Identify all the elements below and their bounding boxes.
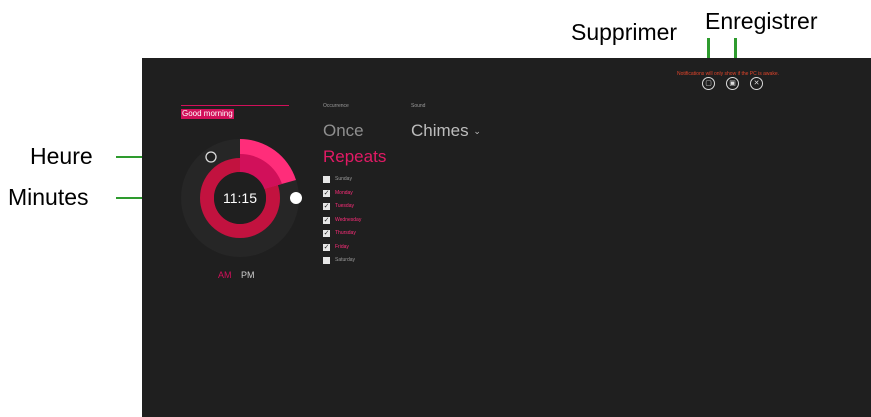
delete-button[interactable]: ▢ (702, 77, 715, 90)
time-picker-wheel[interactable]: 11:15 (176, 130, 316, 270)
sound-heading: Sound (411, 103, 426, 109)
day-label: Thursday (335, 230, 356, 236)
callout-hour: Heure (30, 143, 93, 169)
occurrence-once[interactable]: Once (323, 121, 364, 141)
hour-handle[interactable] (205, 151, 217, 163)
am-option[interactable]: AM (218, 270, 232, 280)
day-label: Sunday (335, 176, 352, 182)
checkbox-empty-icon (323, 176, 330, 183)
alarm-name-underline (181, 105, 289, 106)
save-button[interactable]: ▣ (726, 77, 739, 90)
time-display: 11:15 (223, 190, 257, 206)
minute-handle[interactable] (290, 192, 302, 204)
occurrence-repeats[interactable]: Repeats (323, 147, 386, 167)
occurrence-heading: Occurrence (323, 103, 349, 109)
notification-text: Notifications will only show if the PC i… (677, 71, 779, 77)
save-icon: ▣ (729, 80, 736, 87)
checkbox-checked-icon: ✓ (323, 216, 330, 224)
trash-icon: ▢ (705, 80, 712, 87)
sound-value: Chimes (411, 121, 469, 140)
callout-delete: Supprimer (571, 19, 678, 45)
callout-save: Enregistrer (705, 8, 818, 34)
callout-minutes: Minutes (8, 184, 89, 210)
checkbox-checked-icon: ✓ (323, 230, 330, 237)
close-button[interactable]: ✕ (750, 77, 763, 90)
checkbox-empty-icon (323, 257, 330, 264)
checkbox-checked-icon: ✓ (323, 243, 330, 251)
day-label: Friday (335, 243, 349, 250)
alarm-name-input[interactable]: Good morning (181, 109, 234, 119)
checkbox-checked-icon: ✓ (323, 203, 330, 210)
day-label: Tuesday (335, 203, 354, 209)
sound-select[interactable]: Chimes ⌄ (411, 121, 481, 141)
day-label: Saturday (335, 257, 356, 263)
chevron-down-icon: ⌄ (473, 126, 481, 137)
close-icon: ✕ (753, 80, 760, 87)
checkbox-checked-icon: ✓ (323, 189, 330, 197)
alarm-edit-screen: Notifications will only show if the PC i… (142, 58, 871, 417)
pm-option[interactable]: PM (241, 270, 255, 280)
day-label: Monday (335, 189, 353, 196)
day-label: Wednesday (335, 216, 362, 223)
